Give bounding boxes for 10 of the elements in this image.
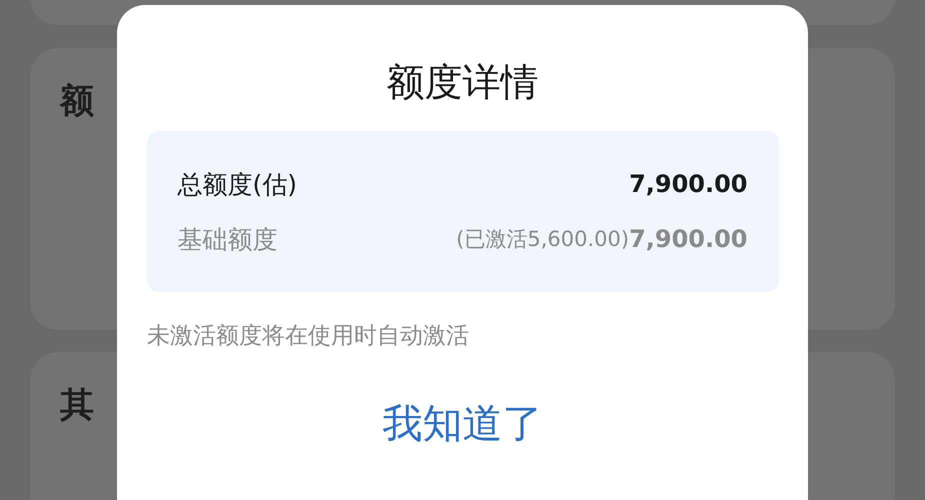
row-value: 7,900.00	[629, 172, 748, 196]
row-label: 基础额度	[178, 226, 278, 252]
hint-text: 未激活额度将在使用时自动激活	[147, 325, 469, 348]
card-heading: 其	[60, 385, 94, 425]
row-note: (已激活5,600.00)	[456, 228, 630, 250]
row-value: 7,900.00	[629, 227, 748, 251]
dialog-title: 额度详情	[386, 63, 538, 101]
confirm-button[interactable]: 我知道了	[382, 404, 542, 444]
row-label: 总额度(估)	[178, 172, 298, 196]
card-heading: 额	[60, 81, 94, 121]
